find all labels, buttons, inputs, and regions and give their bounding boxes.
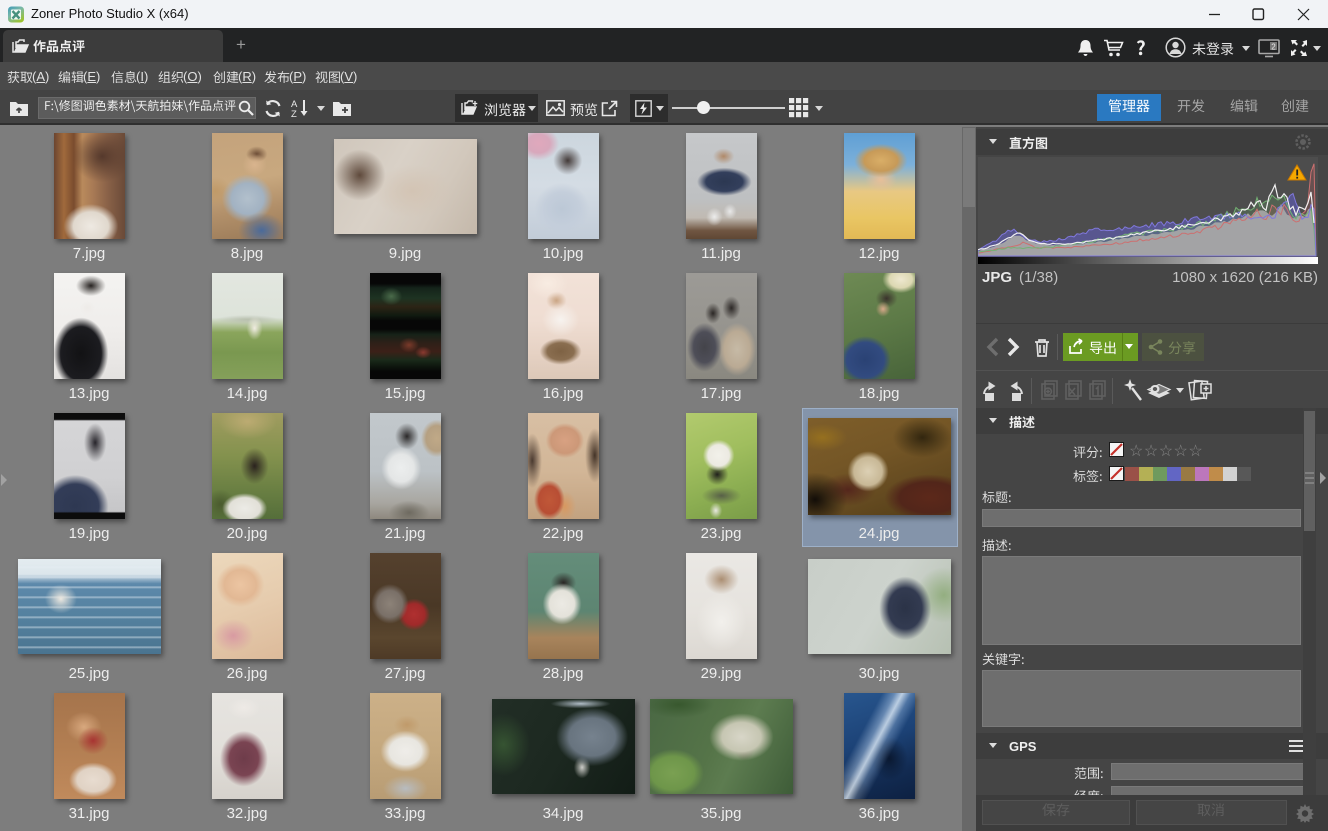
svg-text:2: 2 [1271,42,1276,51]
svg-text:Z: Z [291,109,297,118]
